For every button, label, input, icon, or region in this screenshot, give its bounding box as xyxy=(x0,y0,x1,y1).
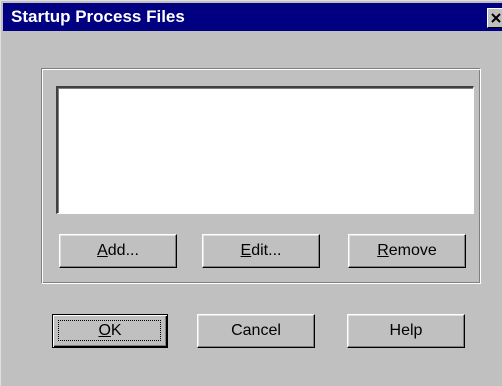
process-files-listbox[interactable] xyxy=(56,86,474,214)
edit-label-rest: dit... xyxy=(251,242,282,259)
close-button[interactable] xyxy=(487,8,502,28)
close-icon xyxy=(491,13,501,23)
help-label: Help xyxy=(389,322,423,339)
remove-label-rest: emove xyxy=(388,242,437,259)
ok-button[interactable]: OK xyxy=(52,314,168,348)
cancel-label: Cancel xyxy=(231,322,281,339)
edit-mnemonic: E xyxy=(240,242,252,259)
title-bar[interactable]: Startup Process Files xyxy=(3,3,502,31)
cancel-button[interactable]: Cancel xyxy=(197,314,315,348)
help-button[interactable]: Help xyxy=(347,314,465,348)
ok-mnemonic: O xyxy=(98,322,111,339)
dialog-title: Startup Process Files xyxy=(11,7,185,26)
startup-process-files-dialog: Startup Process Files Add... Edit... Rem… xyxy=(0,0,502,386)
add-mnemonic: A xyxy=(97,242,108,259)
edit-button[interactable]: Edit... xyxy=(202,234,320,268)
remove-mnemonic: R xyxy=(377,242,389,259)
add-label-rest: dd... xyxy=(107,242,139,259)
ok-label-rest: K xyxy=(110,322,122,339)
add-button[interactable]: Add... xyxy=(59,234,177,268)
remove-button[interactable]: Remove xyxy=(348,234,466,268)
